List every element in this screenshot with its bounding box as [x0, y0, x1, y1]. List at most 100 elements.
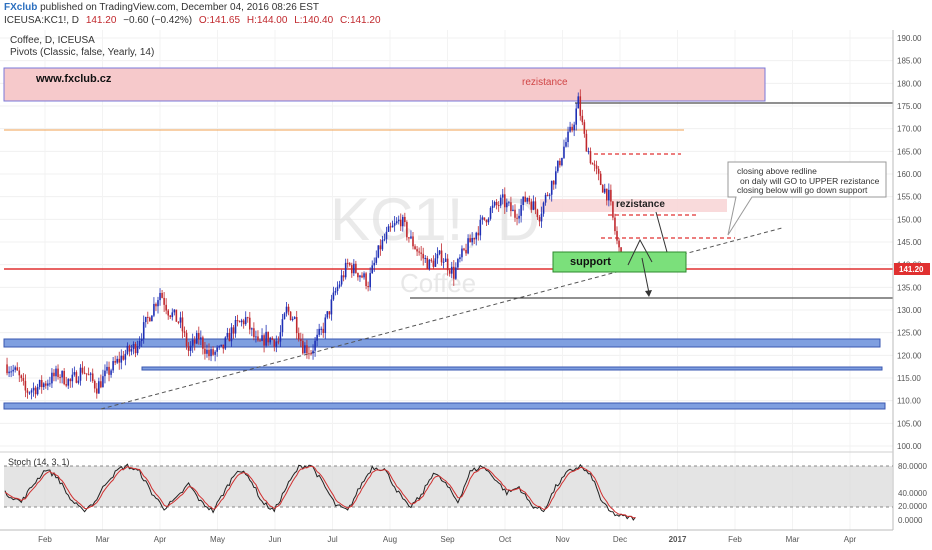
candle-body: [208, 349, 210, 357]
indicator-line: Pivots (Classic, false, Yearly, 14): [10, 47, 154, 58]
candle-body: [581, 115, 584, 123]
candle-body: [36, 386, 39, 395]
candle-body: [42, 383, 45, 388]
candle-body: [187, 346, 190, 351]
candle-body: [404, 216, 406, 223]
published-text: published on TradingView.com, December 0…: [37, 2, 319, 13]
candle-body: [200, 337, 202, 340]
candle-body: [489, 208, 492, 219]
candle-body: [249, 317, 251, 330]
y-tick-label: 135.00: [897, 283, 922, 292]
candle-body: [120, 355, 123, 363]
candle-body: [173, 309, 176, 313]
candle-body: [432, 260, 435, 267]
candle-body: [34, 387, 37, 395]
candle-body: [104, 370, 106, 377]
candle-body: [606, 188, 608, 201]
candle-body: [455, 267, 457, 279]
candle-body: [610, 189, 612, 202]
candle-body: [83, 372, 86, 374]
candle-body: [261, 335, 263, 341]
watermark-name: Coffee: [400, 268, 476, 298]
candle-body: [279, 332, 282, 342]
candle-body: [312, 350, 314, 354]
candle-body: [373, 262, 376, 266]
x-tick-label: Aug: [383, 535, 397, 544]
candle-body: [149, 317, 151, 322]
candle-body: [267, 331, 269, 343]
y-tick-label: 125.00: [897, 329, 922, 338]
candle-body: [275, 341, 278, 347]
candle-body: [198, 333, 200, 340]
candle-body: [385, 231, 388, 240]
candle-body: [614, 217, 616, 232]
candle-body: [220, 344, 223, 347]
candle-body: [96, 388, 98, 394]
candle-body: [346, 262, 349, 264]
candle-body: [214, 351, 216, 355]
candle-body: [73, 372, 76, 375]
candle-body: [234, 320, 237, 334]
candle-body: [420, 252, 422, 254]
candle-body: [281, 319, 284, 333]
candle-body: [552, 180, 555, 185]
stoch-tick-40: 40.0000: [898, 489, 927, 498]
candle-body: [251, 328, 253, 330]
candle-body: [391, 225, 394, 228]
candle-body: [599, 173, 602, 185]
candle-body: [108, 366, 110, 375]
candle-body: [300, 339, 302, 341]
candle-body: [383, 239, 386, 241]
candle-body: [285, 306, 288, 314]
candle-body: [118, 358, 121, 363]
candle-body: [351, 265, 353, 274]
candle-body: [569, 126, 571, 132]
candle-body: [255, 336, 257, 338]
candle-body: [479, 219, 482, 236]
y-tick-label: 115.00: [897, 374, 921, 383]
x-tick-label: Sep: [440, 535, 455, 544]
x-tick-label: Dec: [613, 535, 627, 544]
candle-body: [67, 379, 70, 386]
candle-body: [336, 286, 339, 291]
candle-body: [142, 322, 145, 339]
candle-body: [151, 315, 153, 322]
x-tick-label: Jun: [269, 535, 282, 544]
candle-body: [89, 373, 92, 375]
candle-body: [28, 392, 31, 394]
candle-body: [136, 346, 139, 354]
candle-body: [163, 297, 165, 305]
candle-body: [244, 317, 247, 325]
x-tick-label: Apr: [154, 535, 167, 544]
candle-body: [410, 236, 412, 239]
candle-body: [212, 349, 214, 355]
brand: FXclub: [4, 2, 37, 13]
candle-body: [110, 370, 112, 375]
candle-body: [130, 348, 133, 352]
candle-body: [179, 317, 182, 323]
candle-body: [287, 306, 290, 312]
candle-body: [532, 201, 535, 210]
candle-body: [106, 366, 108, 371]
candle-body: [357, 272, 359, 278]
candle-body: [204, 348, 206, 354]
candle-body: [45, 383, 47, 386]
candle-body: [340, 275, 343, 285]
candle-body: [236, 320, 239, 322]
candle-body: [30, 390, 33, 393]
candle-body: [259, 340, 261, 342]
candle-body: [434, 258, 437, 267]
candle-body: [585, 133, 588, 152]
x-tick-label: Jul: [327, 535, 337, 544]
candle-body: [304, 345, 306, 354]
candle-body: [147, 316, 149, 318]
y-tick-label: 145.00: [897, 238, 922, 247]
candle-body: [412, 236, 414, 247]
y-tick-label: 165.00: [897, 147, 922, 156]
note-line-1: closing above redline: [737, 166, 817, 176]
candle-body: [277, 341, 280, 343]
ohlc-high: H:144.00: [247, 15, 288, 26]
candle-body: [20, 375, 23, 379]
ohlc-open: O:141.65: [199, 15, 241, 26]
y-tick-label: 190.00: [897, 34, 922, 43]
